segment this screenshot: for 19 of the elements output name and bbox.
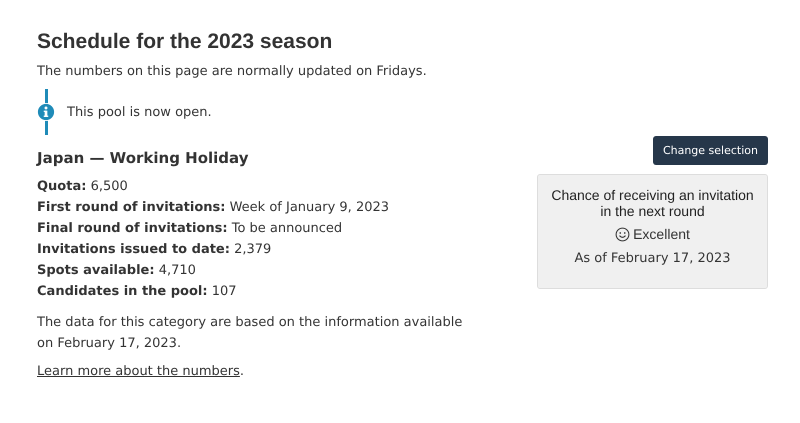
period-text: . <box>240 364 244 379</box>
fact-line: Final round of invitations: To be announced <box>37 220 344 238</box>
as-of-date: As of February 17, 2023 <box>573 251 732 266</box>
fact-line: Candidates in the pool: 107 <box>37 283 238 301</box>
fact-line: Spots available: 4,710 <box>37 262 197 280</box>
fact-line: Invitations issued to date: 2,379 <box>37 241 272 259</box>
page-title: Schedule for the 2023 season <box>37 30 334 54</box>
data-note: The data for this category are based on the information available on February 17, 2023. <box>37 314 464 353</box>
smiley-icon <box>615 226 630 242</box>
learn-more-link[interactable]: Learn more about the numbers <box>37 364 240 379</box>
intro-text: The numbers on this page are normally updated on Fridays. <box>37 64 428 79</box>
change-selection-button[interactable]: Change selection <box>652 136 768 165</box>
category-title: Japan — Working Holiday <box>37 149 250 167</box>
chance-heading: Chance of receiving an invitation in the next round <box>550 187 755 219</box>
info-icon <box>37 103 55 121</box>
rating-text: Excellent <box>633 226 690 242</box>
notice-text: This pool is now open. <box>67 104 212 120</box>
fact-line: Quota: 6,500 <box>37 178 129 196</box>
fact-line: First round of invitations: Week of January 9, 2023 <box>37 199 390 217</box>
